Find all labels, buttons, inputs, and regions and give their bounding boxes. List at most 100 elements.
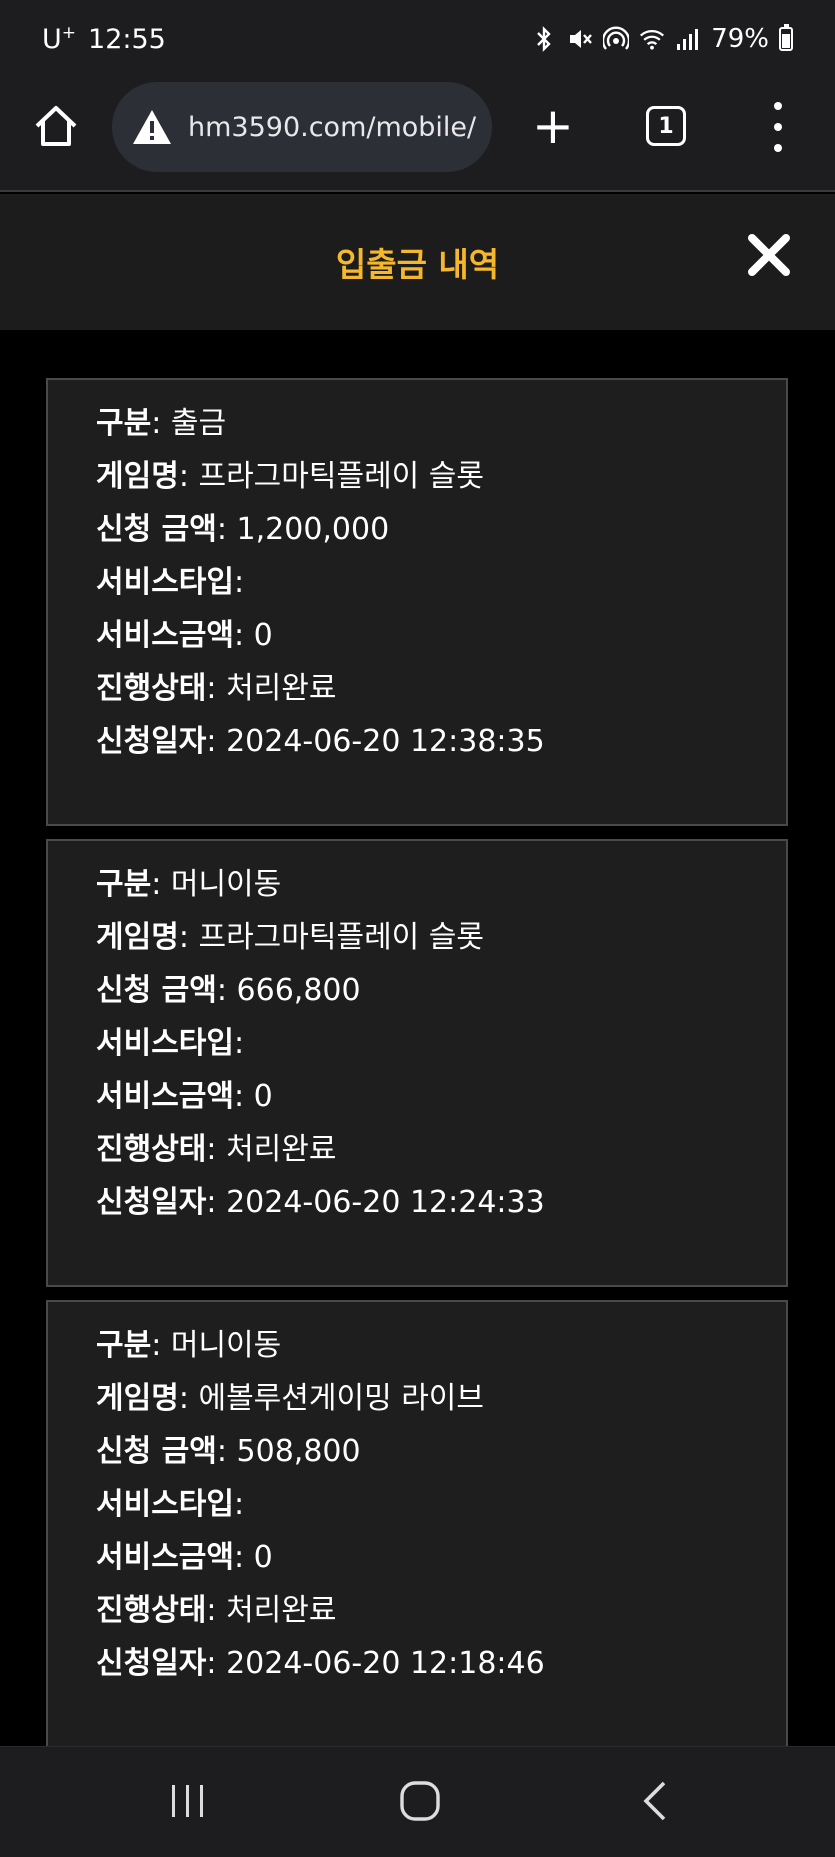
system-home-button[interactable] xyxy=(398,1779,442,1823)
service-amount-value: 0 xyxy=(253,618,273,653)
signal-icon xyxy=(675,25,701,53)
game-name-label: 게임명 xyxy=(96,459,179,494)
request-date-value: 2024-06-20 12:18:46 xyxy=(226,1646,545,1681)
transaction-list: 구분: 출금 게임명: 프라그마틱플레이 슬롯 신청 금액: 1,200,000… xyxy=(0,330,835,1746)
service-amount-label: 서비스금액 xyxy=(96,618,234,653)
request-amount-row: 신청 금액: 1,200,000 xyxy=(96,512,390,547)
category-row: 구분: 머니이동 xyxy=(96,1328,282,1363)
category-row: 구분: 머니이동 xyxy=(96,867,282,902)
status-time: 12:55 xyxy=(88,23,166,55)
recent-apps-icon xyxy=(172,1785,203,1817)
game-name-value: 에볼루션게이밍 라이브 xyxy=(198,1381,485,1416)
request-amount-row: 신청 금액: 508,800 xyxy=(96,1434,361,1469)
status-row: 진행상태: 처리완료 xyxy=(96,1132,337,1167)
home-icon xyxy=(35,106,77,146)
service-type-row: 서비스타입: xyxy=(96,565,245,600)
new-tab-button[interactable]: + xyxy=(530,100,576,152)
carrier-text: U xyxy=(42,24,62,55)
status-bar: U+ 12:55 79% xyxy=(0,0,835,78)
request-date-value: 2024-06-20 12:38:35 xyxy=(226,724,545,759)
request-amount-value: 508,800 xyxy=(236,1434,361,1469)
request-amount-value: 1,200,000 xyxy=(236,512,390,547)
close-icon xyxy=(748,234,790,276)
service-amount-row: 서비스금액: 0 xyxy=(96,1540,273,1575)
menu-dot xyxy=(774,144,782,152)
game-name-row: 게임명: 프라그마틱플레이 슬롯 xyxy=(96,920,485,955)
status-right: 79% xyxy=(531,24,793,54)
home-circle-icon xyxy=(400,1781,440,1821)
request-date-label: 신청일자 xyxy=(96,1646,207,1681)
request-amount-row: 신청 금액: 666,800 xyxy=(96,973,361,1008)
category-label: 구분 xyxy=(96,406,152,441)
category-label: 구분 xyxy=(96,1328,152,1363)
url-text[interactable]: hm3590.com/mobile/ xyxy=(188,112,476,143)
service-amount-label: 서비스금액 xyxy=(96,1079,234,1114)
game-name-label: 게임명 xyxy=(96,920,179,955)
service-amount-value: 0 xyxy=(253,1540,273,1575)
category-label: 구분 xyxy=(96,867,152,902)
request-amount-label: 신청 금액 xyxy=(96,512,217,547)
request-amount-value: 666,800 xyxy=(236,973,361,1008)
game-name-value: 프라그마틱플레이 슬롯 xyxy=(198,459,485,494)
service-type-label: 서비스타입 xyxy=(96,1487,234,1522)
battery-percent: 79% xyxy=(711,24,769,54)
menu-dot xyxy=(774,102,782,110)
mute-icon xyxy=(567,25,593,53)
back-button[interactable] xyxy=(640,1779,670,1823)
transaction-card: 구분: 머니이동 게임명: 에볼루션게이밍 라이브 신청 금액: 508,800… xyxy=(46,1300,788,1746)
status-row: 진행상태: 처리완료 xyxy=(96,671,337,706)
browser-menu-button[interactable] xyxy=(766,102,790,152)
wifi-icon xyxy=(639,25,665,53)
request-date-label: 신청일자 xyxy=(96,1185,207,1220)
page-title: 입출금 내역 xyxy=(335,245,500,284)
game-name-value: 프라그마틱플레이 슬롯 xyxy=(198,920,485,955)
service-type-row: 서비스타입: xyxy=(96,1487,245,1522)
service-amount-row: 서비스금액: 0 xyxy=(96,1079,273,1114)
status-value: 처리완료 xyxy=(226,1593,337,1628)
game-name-label: 게임명 xyxy=(96,1381,179,1416)
recent-apps-button[interactable] xyxy=(168,1783,208,1819)
address-bar[interactable]: hm3590.com/mobile/ xyxy=(112,82,492,172)
request-date-row: 신청일자: 2024-06-20 12:18:46 xyxy=(96,1646,545,1681)
service-type-row: 서비스타입: xyxy=(96,1026,245,1061)
status-label: 진행상태 xyxy=(96,671,207,706)
status-value: 처리완료 xyxy=(226,671,337,706)
request-amount-label: 신청 금액 xyxy=(96,1434,217,1469)
service-amount-value: 0 xyxy=(253,1079,273,1114)
status-label: 진행상태 xyxy=(96,1593,207,1628)
transaction-card: 구분: 출금 게임명: 프라그마틱플레이 슬롯 신청 금액: 1,200,000… xyxy=(46,378,788,826)
browser-home-button[interactable] xyxy=(30,100,82,152)
transaction-card: 구분: 머니이동 게임명: 프라그마틱플레이 슬롯 신청 금액: 666,800… xyxy=(46,839,788,1287)
hotspot-icon xyxy=(603,25,630,53)
request-date-row: 신청일자: 2024-06-20 12:24:33 xyxy=(96,1185,545,1220)
back-icon xyxy=(643,1781,666,1821)
category-value: 출금 xyxy=(170,406,227,441)
category-value: 머니이동 xyxy=(170,1328,282,1363)
game-name-row: 게임명: 프라그마틱플레이 슬롯 xyxy=(96,459,485,494)
battery-icon xyxy=(779,24,793,51)
close-button[interactable] xyxy=(746,232,792,278)
browser-toolbar: hm3590.com/mobile/ + 1 xyxy=(0,78,835,192)
system-nav-bar xyxy=(0,1746,835,1857)
status-row: 진행상태: 처리완료 xyxy=(96,1593,337,1628)
bluetooth-icon xyxy=(531,25,557,53)
category-value: 머니이동 xyxy=(170,867,282,902)
warning-icon[interactable] xyxy=(130,105,174,149)
request-date-label: 신청일자 xyxy=(96,724,207,759)
page-header: 입출금 내역 xyxy=(0,194,835,330)
request-date-value: 2024-06-20 12:24:33 xyxy=(226,1185,545,1220)
game-name-row: 게임명: 에볼루션게이밍 라이브 xyxy=(96,1381,485,1416)
service-amount-label: 서비스금액 xyxy=(96,1540,234,1575)
menu-dot xyxy=(774,123,782,131)
request-date-row: 신청일자: 2024-06-20 12:38:35 xyxy=(96,724,545,759)
carrier-sup: + xyxy=(61,23,77,43)
tab-switcher-button[interactable]: 1 xyxy=(646,106,686,146)
carrier-label: U+ xyxy=(42,23,76,55)
status-value: 처리완료 xyxy=(226,1132,337,1167)
service-type-label: 서비스타입 xyxy=(96,565,234,600)
request-amount-label: 신청 금액 xyxy=(96,973,217,1008)
status-left: U+ 12:55 xyxy=(42,23,166,55)
service-type-label: 서비스타입 xyxy=(96,1026,234,1061)
service-amount-row: 서비스금액: 0 xyxy=(96,618,273,653)
category-row: 구분: 출금 xyxy=(96,406,227,441)
